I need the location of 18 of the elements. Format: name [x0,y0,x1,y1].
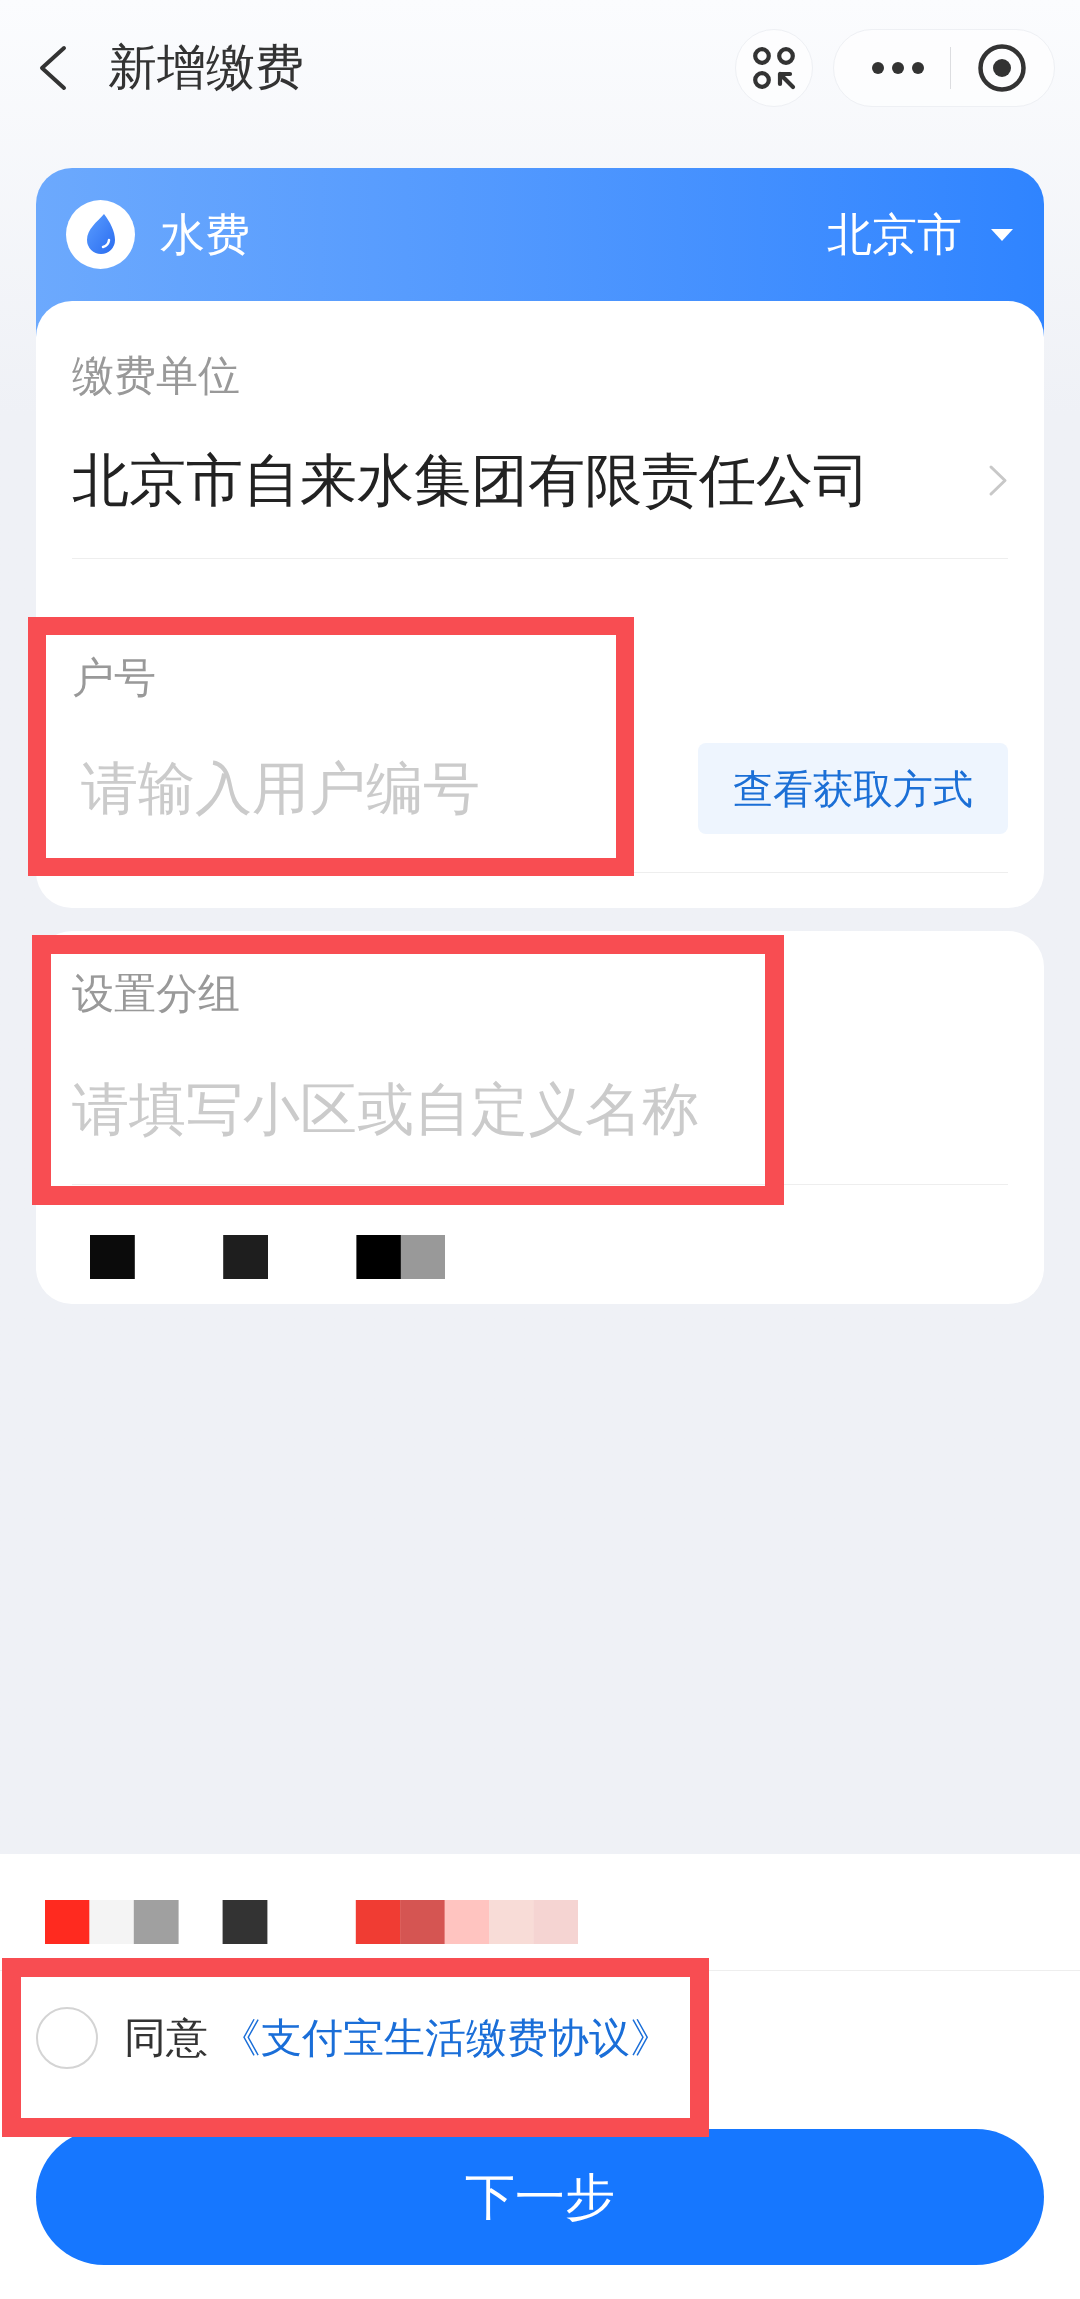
chevron-right-icon [988,463,1008,497]
group-label: 设置分组 [72,970,241,1018]
page-title: 新增缴费 [108,38,304,98]
next-button[interactable]: 下一步 [36,2129,1044,2265]
back-icon[interactable] [38,45,67,91]
circles-arrow-icon [752,46,796,90]
target-icon[interactable] [978,44,1027,92]
category-title: 水费 [160,207,250,262]
payee-label: 缴费单位 [72,352,241,400]
water-drop-icon [66,200,135,269]
help-button[interactable]: 查看获取方式 [698,743,1008,834]
caret-down-icon [991,228,1013,241]
agreement-link[interactable]: 《支付宝生活缴费协议》 [220,2011,671,2065]
account-label: 户号 [72,654,157,702]
city-selector[interactable]: 北京市 [827,207,1013,262]
more-icon[interactable] [871,62,924,74]
payee-selector[interactable]: 北京市自来水集团有限责任公司 [72,440,1008,520]
agree-label: 同意 [124,2012,208,2064]
